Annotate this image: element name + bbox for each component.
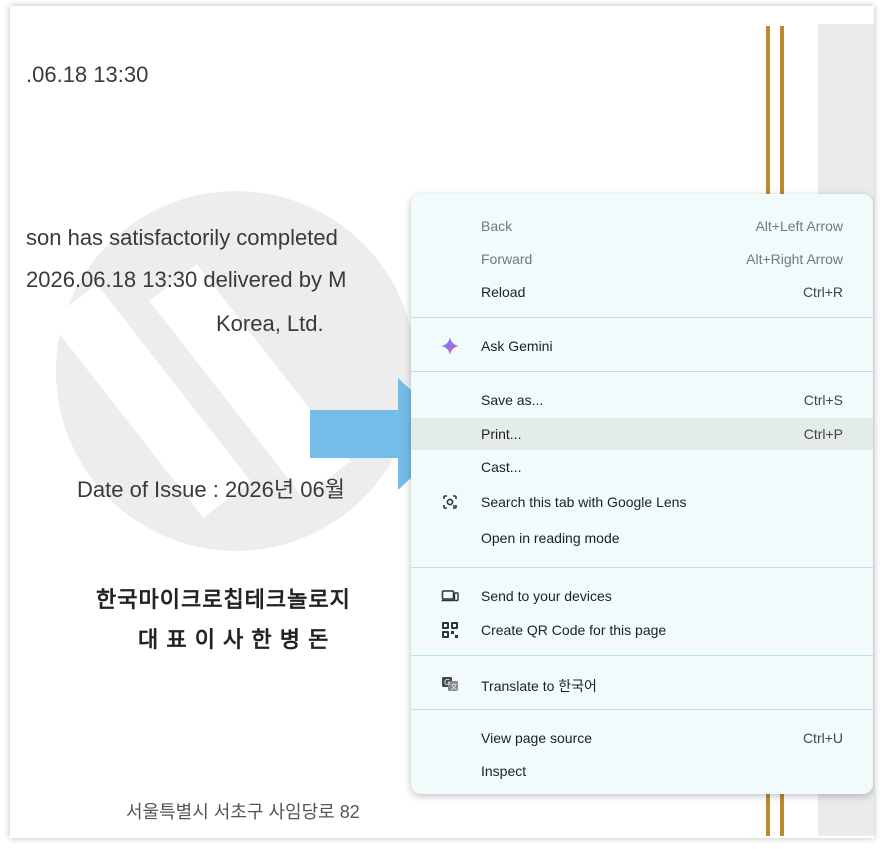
screenshot-frame: .06.18 13:30 son has satisfactorily comp… [10, 6, 874, 838]
menu-item-label: Search this tab with Google Lens [481, 494, 687, 510]
menu-item-label: View page source [481, 730, 593, 746]
company-address: 서울특별시 서초구 사임당로 82 [126, 802, 360, 822]
context-menu: Back Alt+Left Arrow Forward Alt+Right Ar… [411, 194, 873, 794]
menu-item-label: Forward [481, 251, 533, 267]
menu-item-shortcut: Ctrl+P [803, 426, 843, 442]
menu-item-label: Save as... [481, 392, 544, 408]
menu-item-label: Open in reading mode [481, 530, 620, 546]
svg-text:G: G [444, 678, 450, 687]
translate-icon: G 文 [442, 677, 458, 691]
menu-item-shortcut: Ctrl+U [802, 730, 843, 746]
menu-item-shortcut: Ctrl+S [803, 392, 843, 408]
menu-item-label: Print... [481, 426, 522, 442]
company-name: 한국마이크로칩테크놀로지 [96, 587, 351, 612]
menu-item-label: Send to your devices [481, 588, 612, 604]
menu-separator [411, 567, 873, 568]
menu-item-label: Reload [481, 284, 526, 300]
menu-item-print[interactable]: Print... Ctrl+P [411, 418, 873, 450]
menu-item-shortcut: Ctrl+R [802, 284, 843, 300]
menu-item-google-lens[interactable]: Search this tab with Google Lens [411, 486, 873, 518]
menu-item-qr-code[interactable]: Create QR Code for this page [411, 614, 873, 646]
menu-item-label: Cast... [481, 459, 522, 475]
menu-item-forward[interactable]: Forward Alt+Right Arrow [411, 243, 873, 275]
menu-separator [411, 317, 873, 318]
menu-item-reading-mode[interactable]: Open in reading mode [411, 522, 873, 554]
qr-code-icon [442, 622, 458, 638]
menu-item-save-as[interactable]: Save as... Ctrl+S [411, 384, 873, 416]
svg-text:文: 文 [451, 682, 458, 691]
menu-item-label: Inspect [481, 763, 527, 779]
menu-item-ask-gemini[interactable]: Ask Gemini [411, 330, 873, 362]
menu-item-inspect[interactable]: Inspect [411, 755, 873, 787]
menu-item-send-to-devices[interactable]: Send to your devices [411, 580, 873, 612]
menu-item-reload[interactable]: Reload Ctrl+R [411, 276, 873, 308]
menu-item-label: Back [481, 218, 513, 234]
certificate-text-line: 2026.06.18 13:30 delivered by M [26, 267, 347, 292]
date-of-issue: Date of Issue : 2026년 06월 [77, 477, 345, 502]
ceo-name: 대 표 이 사 한 병 돈 [138, 627, 330, 652]
certificate-text-line: Korea, Ltd. [216, 311, 324, 336]
menu-separator [411, 655, 873, 656]
menu-separator [411, 371, 873, 372]
certificate-text-line: son has satisfactorily completed [26, 225, 338, 250]
menu-item-shortcut: Alt+Right Arrow [746, 251, 843, 267]
certificate-date: .06.18 13:30 [26, 62, 149, 87]
menu-item-cast[interactable]: Cast... [411, 451, 873, 483]
menu-item-label: Translate to 한국어 [481, 678, 597, 694]
menu-item-back[interactable]: Back Alt+Left Arrow [411, 210, 873, 242]
menu-separator [411, 709, 873, 710]
menu-item-label: Ask Gemini [481, 338, 553, 354]
menu-item-label: Create QR Code for this page [481, 622, 667, 638]
menu-item-translate[interactable]: G 文 Translate to 한국어 [411, 668, 873, 700]
send-devices-icon [441, 590, 459, 602]
menu-item-shortcut: Alt+Left Arrow [755, 218, 843, 234]
gemini-sparkle-icon [441, 337, 459, 355]
google-lens-icon [443, 495, 457, 509]
menu-item-view-source[interactable]: View page source Ctrl+U [411, 722, 873, 754]
